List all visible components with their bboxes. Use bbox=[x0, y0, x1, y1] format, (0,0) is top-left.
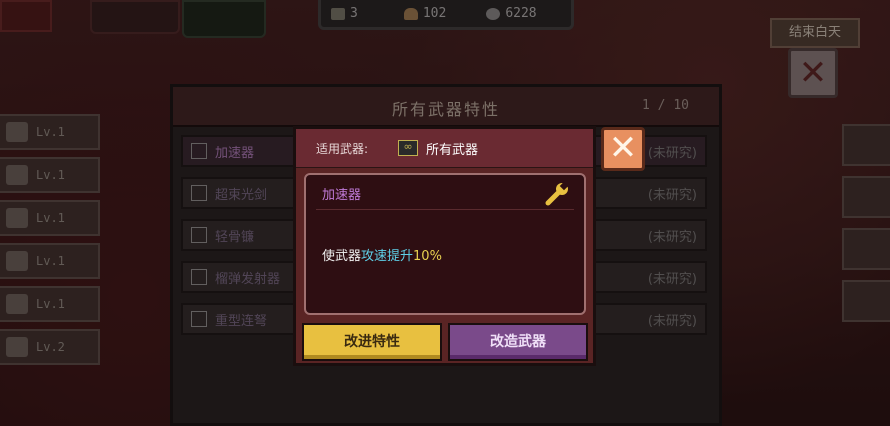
divider bbox=[316, 209, 574, 210]
infinity-icon: ∞ bbox=[398, 140, 419, 156]
trait-card: 加速器 使武器攻速提升10% bbox=[304, 173, 586, 315]
improve-trait-button[interactable]: 改进特性 bbox=[302, 323, 442, 361]
wrench-icon bbox=[545, 181, 569, 206]
desc-highlight: 攻速提升 bbox=[361, 249, 414, 264]
modify-weapon-button[interactable]: 改造武器 bbox=[448, 323, 588, 361]
applicable-weapons: 适用武器: ∞ 所有武器 bbox=[296, 129, 593, 168]
desc-prefix: 使武器 bbox=[322, 249, 362, 264]
trait-detail-dialog: 适用武器: ∞ 所有武器 加速器 使武器攻速提升10% 改进特性 改造武器 bbox=[293, 126, 596, 366]
desc-number: 10% bbox=[413, 249, 442, 264]
trait-description: 使武器攻速提升10% bbox=[322, 245, 442, 264]
dialog-close-button[interactable]: ✕ bbox=[601, 127, 645, 171]
trait-title: 加速器 bbox=[322, 188, 362, 203]
applicable-label: 适用武器: bbox=[316, 141, 369, 156]
applicable-value: 所有武器 bbox=[426, 142, 479, 158]
